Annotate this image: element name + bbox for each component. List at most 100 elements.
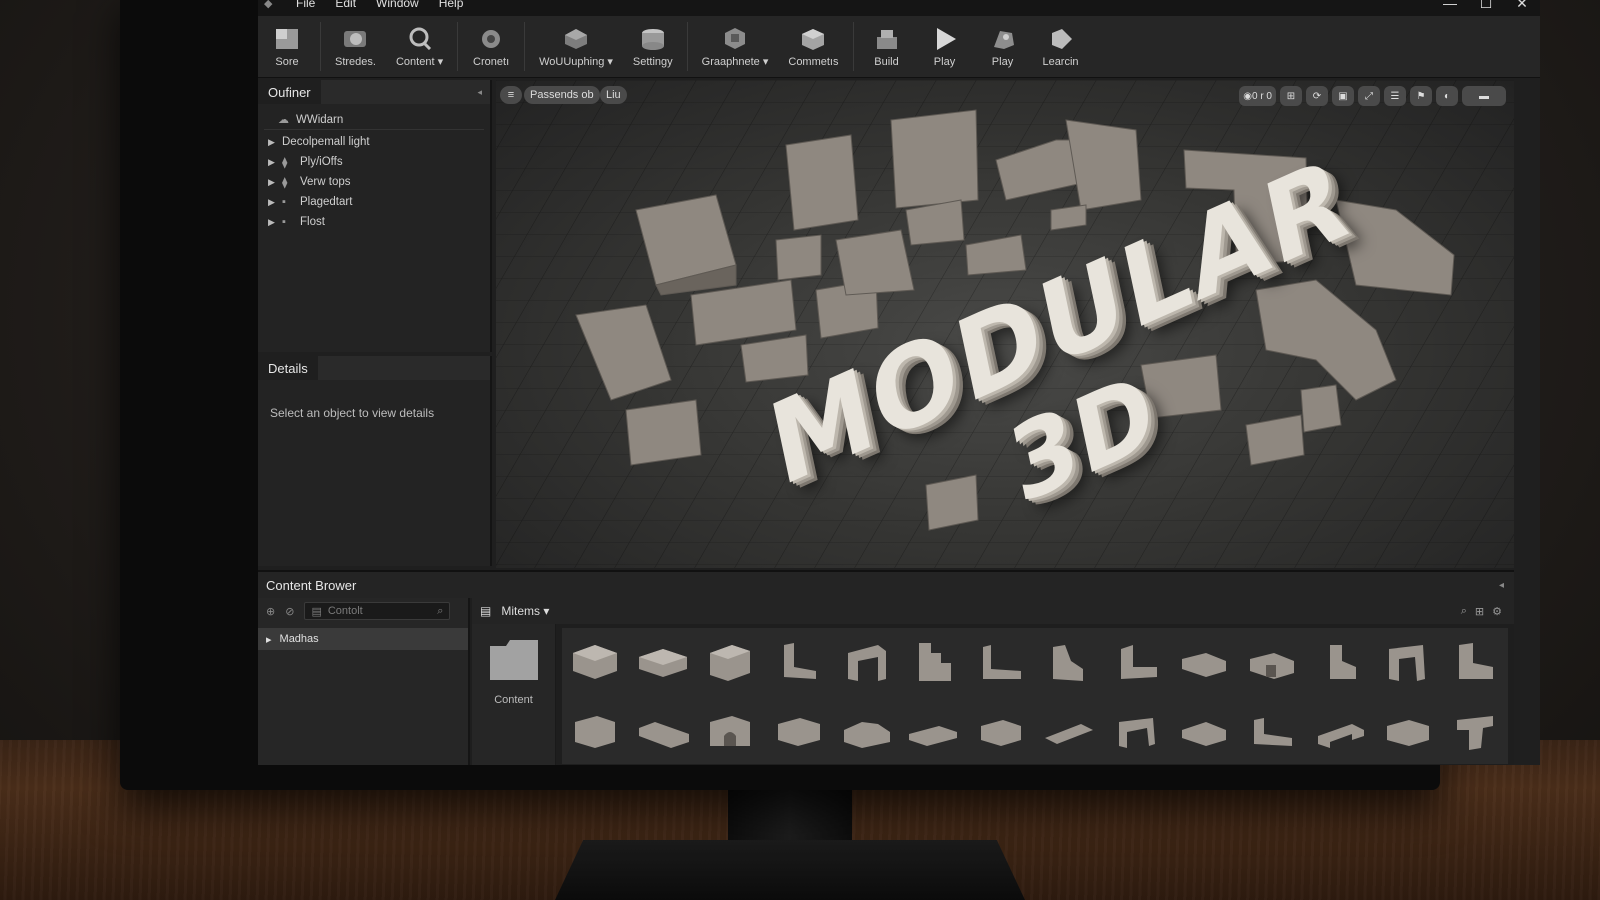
search-icon[interactable]: ⌕	[1461, 605, 1467, 618]
asset-tile[interactable]	[968, 697, 1034, 764]
asset-tile[interactable]	[901, 697, 967, 764]
toolbar-compile-button[interactable]: Commetıs	[778, 16, 848, 77]
asset-tile[interactable]	[833, 628, 899, 695]
modes-icon	[562, 25, 590, 51]
collapse-icon[interactable]: ◂	[1499, 580, 1504, 591]
menu-help[interactable]: Help	[429, 0, 474, 10]
flags-icon: ⚑	[1416, 90, 1426, 102]
asset-tile[interactable]	[1239, 697, 1305, 764]
asset-tile[interactable]	[562, 697, 628, 764]
expand-arrow-icon[interactable]: ▶	[268, 137, 282, 148]
menu-file[interactable]: File	[286, 0, 325, 10]
outliner-world-row[interactable]: ☁ WWidarn	[264, 110, 484, 130]
outliner-item-label: WWidarn	[296, 113, 344, 126]
folder-icon: ▤	[311, 605, 322, 618]
outliner-row[interactable]: ▶ ⧫ Verw tops	[258, 172, 490, 192]
maximize-button[interactable]: ☐	[1468, 0, 1504, 12]
viewport-menu-button[interactable]: ≡	[500, 86, 522, 104]
folder-tree-item[interactable]: ▸ Madhas	[258, 628, 468, 650]
expand-arrow-icon[interactable]: ▶	[268, 217, 282, 228]
asset-tile[interactable]	[697, 628, 763, 695]
expand-arrow-icon[interactable]: ▶	[268, 197, 282, 208]
asset-tile[interactable]	[1104, 628, 1170, 695]
content-browser-tab[interactable]: Content Brower	[266, 578, 356, 593]
toolbar-settings-button[interactable]: Settingy	[623, 16, 683, 77]
outliner-row[interactable]: ▶ ▪ Plagedtart	[258, 192, 490, 212]
view-options-icon[interactable]: ⊞	[1475, 605, 1484, 618]
toolbar-modes-button[interactable]: WoUUuphing ▾	[529, 16, 623, 77]
menu-edit[interactable]: Edit	[325, 0, 366, 10]
toolbar-source-control-button[interactable]: Stredes.	[325, 16, 386, 77]
asset-tile[interactable]	[765, 697, 831, 764]
filter-icon[interactable]: ⊘	[285, 605, 294, 618]
asset-tile[interactable]	[562, 628, 628, 695]
toolbar-blueprint-button[interactable]: Graaphnete ▾	[692, 16, 779, 77]
add-icon[interactable]: ⊕	[266, 605, 275, 618]
toolbar-label: Play	[933, 55, 956, 68]
toolbar-play-button[interactable]: Play	[916, 16, 974, 77]
viewport-perspective-button[interactable]: Passends ob	[524, 86, 600, 104]
toolbar-learn-button[interactable]: Learcin	[1032, 16, 1090, 77]
outliner-row[interactable]: ▶ ▪ Flost	[258, 212, 490, 232]
viewport-lit-button[interactable]: Liu	[600, 86, 627, 104]
outliner-row[interactable]: ▶ ⧫ Ply/iOffs	[258, 152, 490, 172]
maximize-viewport-button[interactable]: ▬	[1462, 86, 1506, 106]
camera-speed-button[interactable]: ⤢	[1358, 86, 1380, 106]
chevron-down-icon: ▾	[762, 56, 769, 68]
toolbar-save-button[interactable]: Sore	[258, 16, 316, 77]
content-folder-tile[interactable]: Content	[472, 624, 556, 765]
toolbar-cinematics-button[interactable]: Cronetı	[462, 16, 520, 77]
viewport-snap-readout[interactable]: ◉ 0 r 0	[1239, 86, 1276, 106]
asset-tile[interactable]	[697, 697, 763, 764]
block	[1140, 354, 1222, 419]
toolbar-simulate-button[interactable]: Play	[974, 16, 1032, 77]
asset-tile[interactable]	[1239, 628, 1305, 695]
details-tab-bar: Details	[258, 356, 490, 380]
details-hint: Select an object to view details	[270, 406, 435, 420]
asset-tile[interactable]	[1375, 697, 1441, 764]
asset-tile[interactable]	[1036, 697, 1102, 764]
outliner-tab[interactable]: Oufiner	[258, 80, 321, 104]
asset-tile[interactable]	[833, 697, 899, 764]
rotate-snap-button[interactable]: ⟳	[1306, 86, 1328, 106]
content-folder-label: Content	[494, 694, 533, 706]
expand-arrow-icon[interactable]: ▶	[268, 157, 282, 168]
content-search-input[interactable]: ▤ Contolt ⌕	[304, 602, 451, 620]
asset-tile[interactable]	[1104, 697, 1170, 764]
details-tab[interactable]: Details	[258, 356, 318, 380]
collapse-icon[interactable]: ◂	[477, 87, 482, 98]
world-icon: ☁	[278, 114, 289, 126]
grid-snap-button[interactable]: ⊞	[1280, 86, 1302, 106]
asset-tile[interactable]	[1307, 628, 1373, 695]
asset-tile[interactable]	[765, 628, 831, 695]
asset-tile[interactable]	[1171, 697, 1237, 764]
menu-window[interactable]: Window	[366, 0, 429, 10]
close-button[interactable]: ✕	[1504, 0, 1540, 12]
asset-tile[interactable]	[630, 628, 696, 695]
search-icon[interactable]: ⌕	[437, 605, 443, 618]
realtime-button[interactable]: ◐	[1436, 86, 1458, 106]
toolbar-content-button[interactable]: Content ▾	[386, 16, 453, 77]
expand-arrow-icon[interactable]: ▶	[268, 177, 282, 188]
asset-tile[interactable]	[1375, 628, 1441, 695]
block	[775, 234, 822, 281]
asset-tile[interactable]	[1307, 697, 1373, 764]
outliner-row[interactable]: ▶ Decolpemall light	[258, 132, 490, 152]
asset-tile[interactable]	[1036, 628, 1102, 695]
asset-grid	[562, 628, 1508, 764]
level-viewport[interactable]: ≡ Passends ob Liu ◉ 0 r 0 ⊞ ⟳ ▣ ⤢ ☰ ⚑ ◐ …	[496, 80, 1514, 568]
asset-tile[interactable]	[630, 697, 696, 764]
path-crumb[interactable]: Mitems ▾	[501, 604, 549, 618]
asset-tile[interactable]	[968, 628, 1034, 695]
scale-snap-button[interactable]: ▣	[1332, 86, 1354, 106]
show-flags-button[interactable]: ⚑	[1410, 86, 1432, 106]
block	[925, 474, 979, 531]
toolbar-build-button[interactable]: Build	[858, 16, 916, 77]
asset-tile[interactable]	[901, 628, 967, 695]
settings-icon[interactable]: ⚙	[1492, 605, 1502, 618]
minimize-button[interactable]: —	[1432, 0, 1468, 12]
asset-tile[interactable]	[1442, 697, 1508, 764]
layout-button[interactable]: ☰	[1384, 86, 1406, 106]
asset-tile[interactable]	[1171, 628, 1237, 695]
asset-tile[interactable]	[1442, 628, 1508, 695]
